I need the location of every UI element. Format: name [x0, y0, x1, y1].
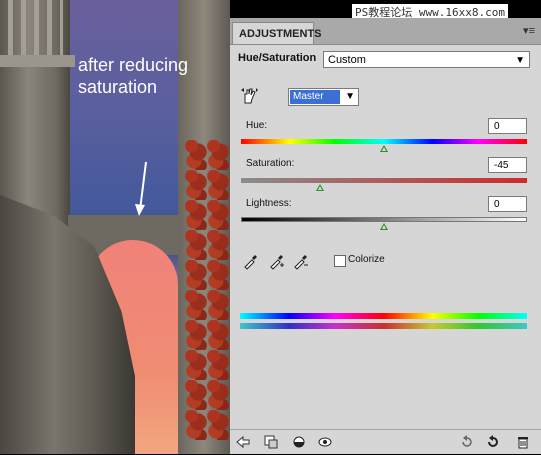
- caption-line-2: saturation: [78, 77, 158, 97]
- hue-slider-track[interactable]: [241, 139, 527, 144]
- back-arrow-icon[interactable]: [236, 435, 250, 449]
- castle-tower-left: [0, 0, 75, 230]
- refresh-icon[interactable]: [486, 435, 500, 449]
- colorize-label: Colorize: [348, 254, 385, 265]
- adjustment-title: Hue/Saturation: [238, 52, 317, 64]
- chevron-down-icon: ▼: [515, 55, 525, 66]
- lightness-input[interactable]: 0: [488, 196, 527, 212]
- caption-line-1: after reducing: [78, 55, 189, 75]
- photo-caption: after reducing saturation: [78, 54, 188, 98]
- hue-slider-thumb[interactable]: [380, 145, 388, 152]
- lightness-slider-track[interactable]: [241, 217, 527, 222]
- tower-pillars: [8, 0, 63, 55]
- hue-label: Hue:: [246, 120, 268, 131]
- saturation-slider-thumb[interactable]: [315, 184, 324, 191]
- tower-ledge: [0, 55, 75, 67]
- saturation-input[interactable]: -45: [488, 157, 527, 173]
- lightness-label: Lightness:: [246, 198, 292, 209]
- adjustments-panel: ADJUSTMENTS ▾≡ Hue/Saturation Custom ▼ M…: [230, 18, 541, 454]
- panel-bottom-bar: [230, 429, 541, 455]
- input-color-spectrum: [240, 313, 527, 319]
- lightness-slider-thumb[interactable]: [380, 223, 388, 230]
- hand-adjust-icon[interactable]: [239, 86, 259, 106]
- saturation-slider-track[interactable]: [241, 178, 527, 183]
- red-ivy: [185, 140, 230, 440]
- output-color-spectrum: [240, 323, 527, 329]
- chevron-down-icon: ▼: [345, 91, 355, 102]
- channel-value: Master: [290, 90, 340, 104]
- visibility-circle-icon[interactable]: [292, 435, 306, 449]
- colorize-checkbox[interactable]: [334, 255, 346, 267]
- eyedropper-minus-icon[interactable]: [292, 254, 308, 270]
- tab-adjustments[interactable]: ADJUSTMENTS: [232, 22, 322, 44]
- white-arrow-icon: [135, 161, 147, 216]
- saturation-label: Saturation:: [246, 158, 295, 169]
- channel-dropdown[interactable]: Master ▼: [288, 88, 359, 106]
- trash-icon[interactable]: [516, 435, 530, 449]
- preset-dropdown[interactable]: Custom ▼: [323, 51, 530, 68]
- panel-tab-bar: ADJUSTMENTS ▾≡: [230, 18, 541, 45]
- eyedropper-icon[interactable]: [242, 254, 258, 270]
- hue-input[interactable]: 0: [488, 118, 527, 134]
- eyedropper-plus-icon[interactable]: [268, 254, 284, 270]
- reset-icon[interactable]: [460, 435, 474, 449]
- eye-icon[interactable]: [318, 435, 332, 449]
- clip-layer-icon[interactable]: [264, 435, 278, 449]
- panel-menu-icon[interactable]: ▾≡: [523, 24, 535, 37]
- preset-value: Custom: [328, 54, 366, 66]
